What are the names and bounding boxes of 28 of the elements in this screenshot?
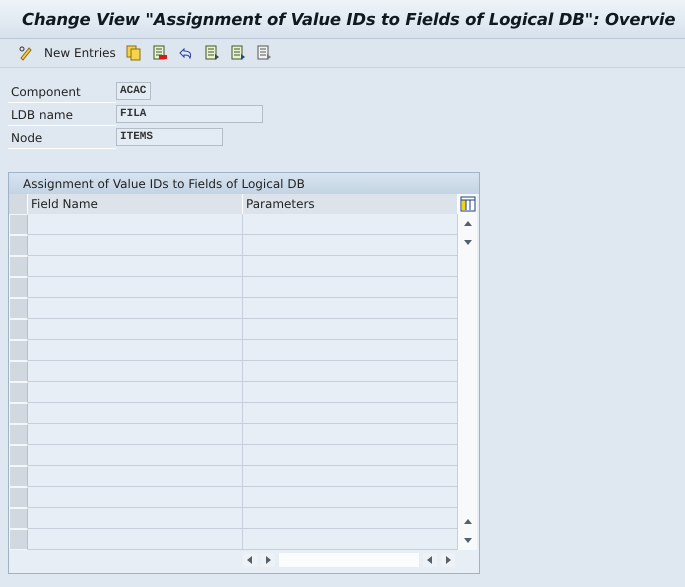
document-next-icon	[230, 45, 246, 61]
new-entries-button[interactable]: New Entries	[42, 42, 118, 64]
scroll-left-button[interactable]	[243, 553, 257, 567]
window-title: Change View "Assignment of Value IDs to Fields of Logical DB": Overvie	[22, 10, 676, 28]
scroll-right-button[interactable]	[261, 553, 275, 567]
scroll-down-icon[interactable]	[464, 536, 472, 544]
scroll-right-icon[interactable]	[264, 556, 272, 564]
delete-document-icon	[152, 45, 168, 61]
undo-icon	[178, 45, 194, 61]
input-field[interactable]: ACAC	[116, 82, 151, 100]
input-field[interactable]: ITEMS	[116, 128, 223, 146]
scroll-up-icon[interactable]	[464, 220, 472, 228]
scroll-up-icon[interactable]	[464, 518, 472, 526]
column-header[interactable]: Field Name	[28, 194, 243, 214]
input-field[interactable]: FILA	[116, 105, 263, 123]
scroll-down-icon[interactable]	[464, 238, 472, 246]
scroll-left-icon[interactable]	[246, 556, 254, 564]
copy-icon	[126, 45, 142, 61]
scroll-left-icon[interactable]	[426, 556, 434, 564]
document-list-icon	[256, 45, 272, 61]
column-settings-icon[interactable]	[460, 196, 476, 212]
scroll-right-button[interactable]	[441, 553, 455, 567]
scroll-right-icon[interactable]	[444, 556, 452, 564]
column-header[interactable]: Parameters	[243, 194, 458, 214]
document-arrow-icon	[204, 45, 220, 61]
table-title: Assignment of Value IDs to Fields of Logical DB	[9, 173, 479, 194]
scroll-left-button[interactable]	[423, 553, 437, 567]
vertical-scrollbar[interactable]	[458, 214, 477, 550]
